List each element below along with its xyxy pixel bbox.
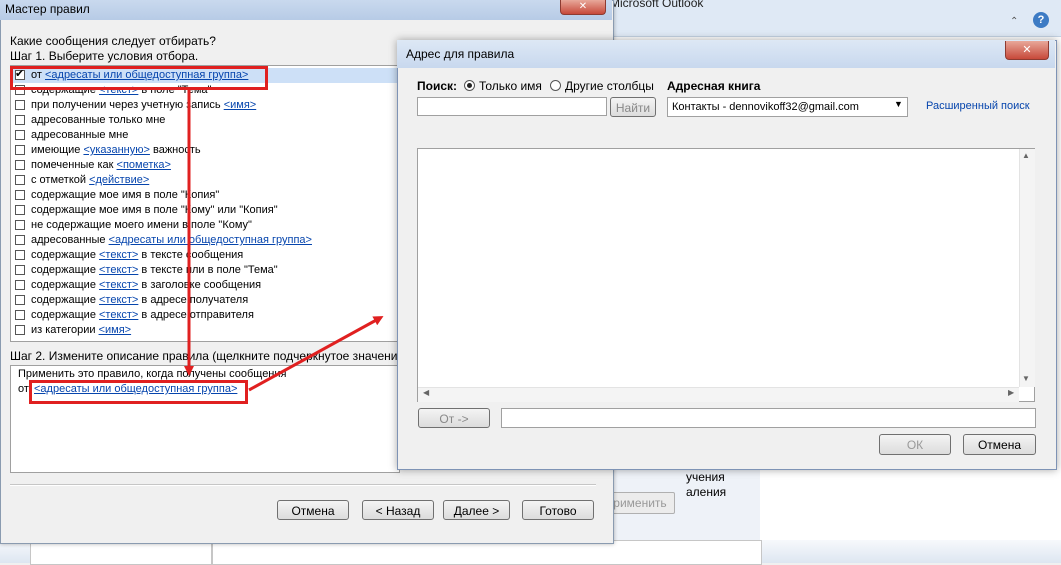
annotation-arrows (184, 90, 384, 392)
arrow-right (248, 316, 384, 392)
